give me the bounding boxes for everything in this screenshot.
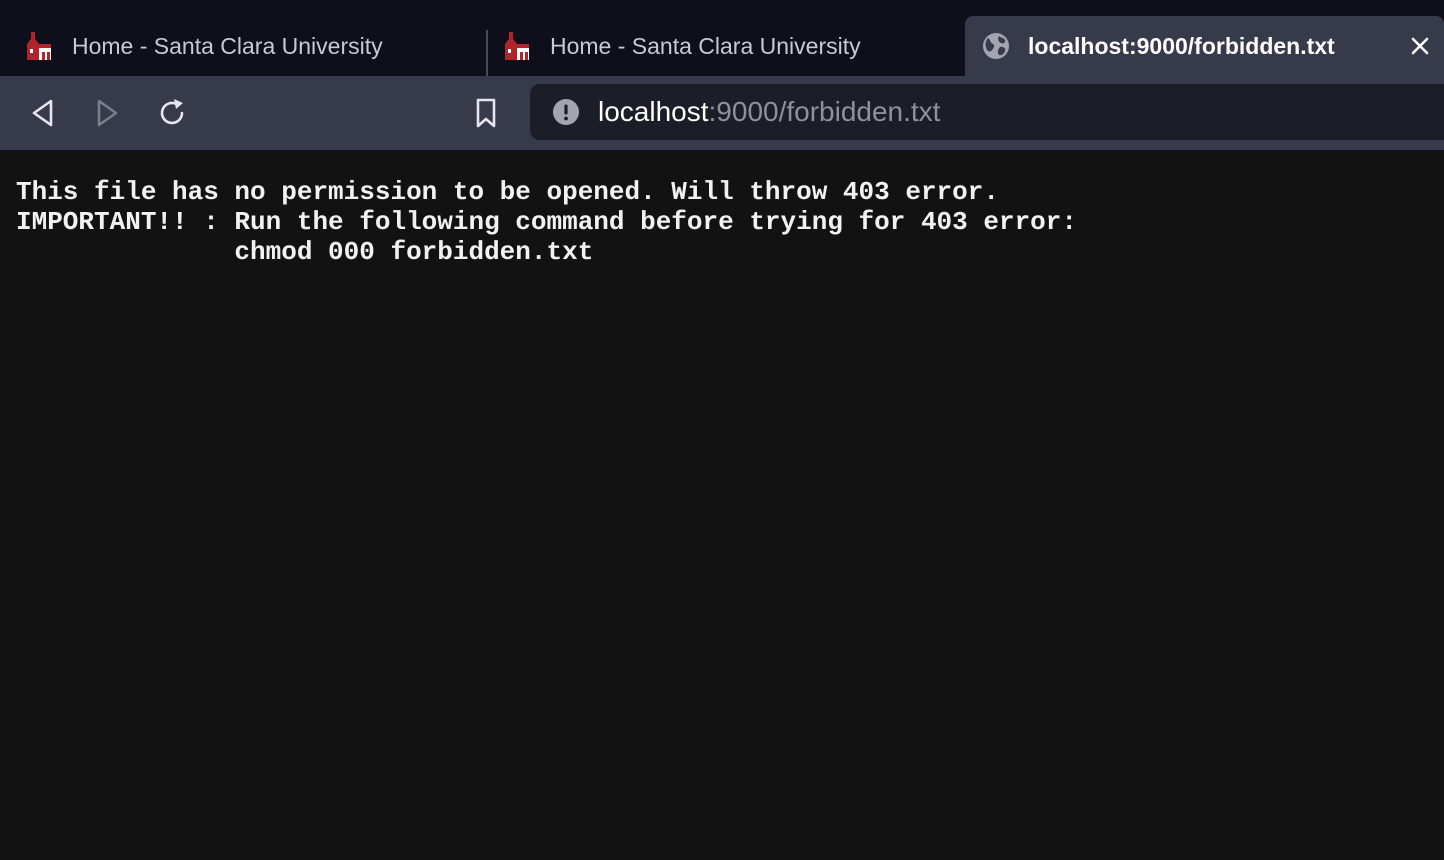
scu-mission-favicon-icon [27,32,51,60]
url-host: localhost [598,96,709,127]
url-text[interactable]: localhost:9000/forbidden.txt [598,96,940,128]
forward-arrow-icon[interactable] [90,96,124,130]
url-path: :9000/forbidden.txt [708,96,941,127]
tab-strip: Home - Santa Clara University Home - San… [0,0,1444,76]
address-bar[interactable]: localhost:9000/forbidden.txt [530,84,1444,140]
tab-forbidden-active[interactable]: localhost:9000/forbidden.txt [965,16,1444,76]
toolbar: localhost:9000/forbidden.txt [0,76,1444,150]
reload-icon[interactable] [155,96,189,130]
page-content: This file has no permission to be opened… [0,150,1444,860]
tab-scu-home-1[interactable]: Home - Santa Clara University [0,16,486,76]
browser-window: Home - Santa Clara University Home - San… [0,0,1444,860]
bookmark-icon[interactable] [469,96,503,130]
tab-title: localhost:9000/forbidden.txt [1028,32,1335,59]
tab-title: Home - Santa Clara University [72,32,383,59]
tab-scu-home-2[interactable]: Home - Santa Clara University [488,16,960,76]
scu-mission-favicon-icon [505,32,529,60]
globe-icon [983,33,1009,59]
tab-title: Home - Santa Clara University [550,32,861,59]
plain-text-content: This file has no permission to be opened… [16,177,1077,267]
back-arrow-icon[interactable] [26,96,60,130]
close-tab-icon[interactable] [1408,34,1432,58]
info-icon[interactable] [552,98,580,126]
